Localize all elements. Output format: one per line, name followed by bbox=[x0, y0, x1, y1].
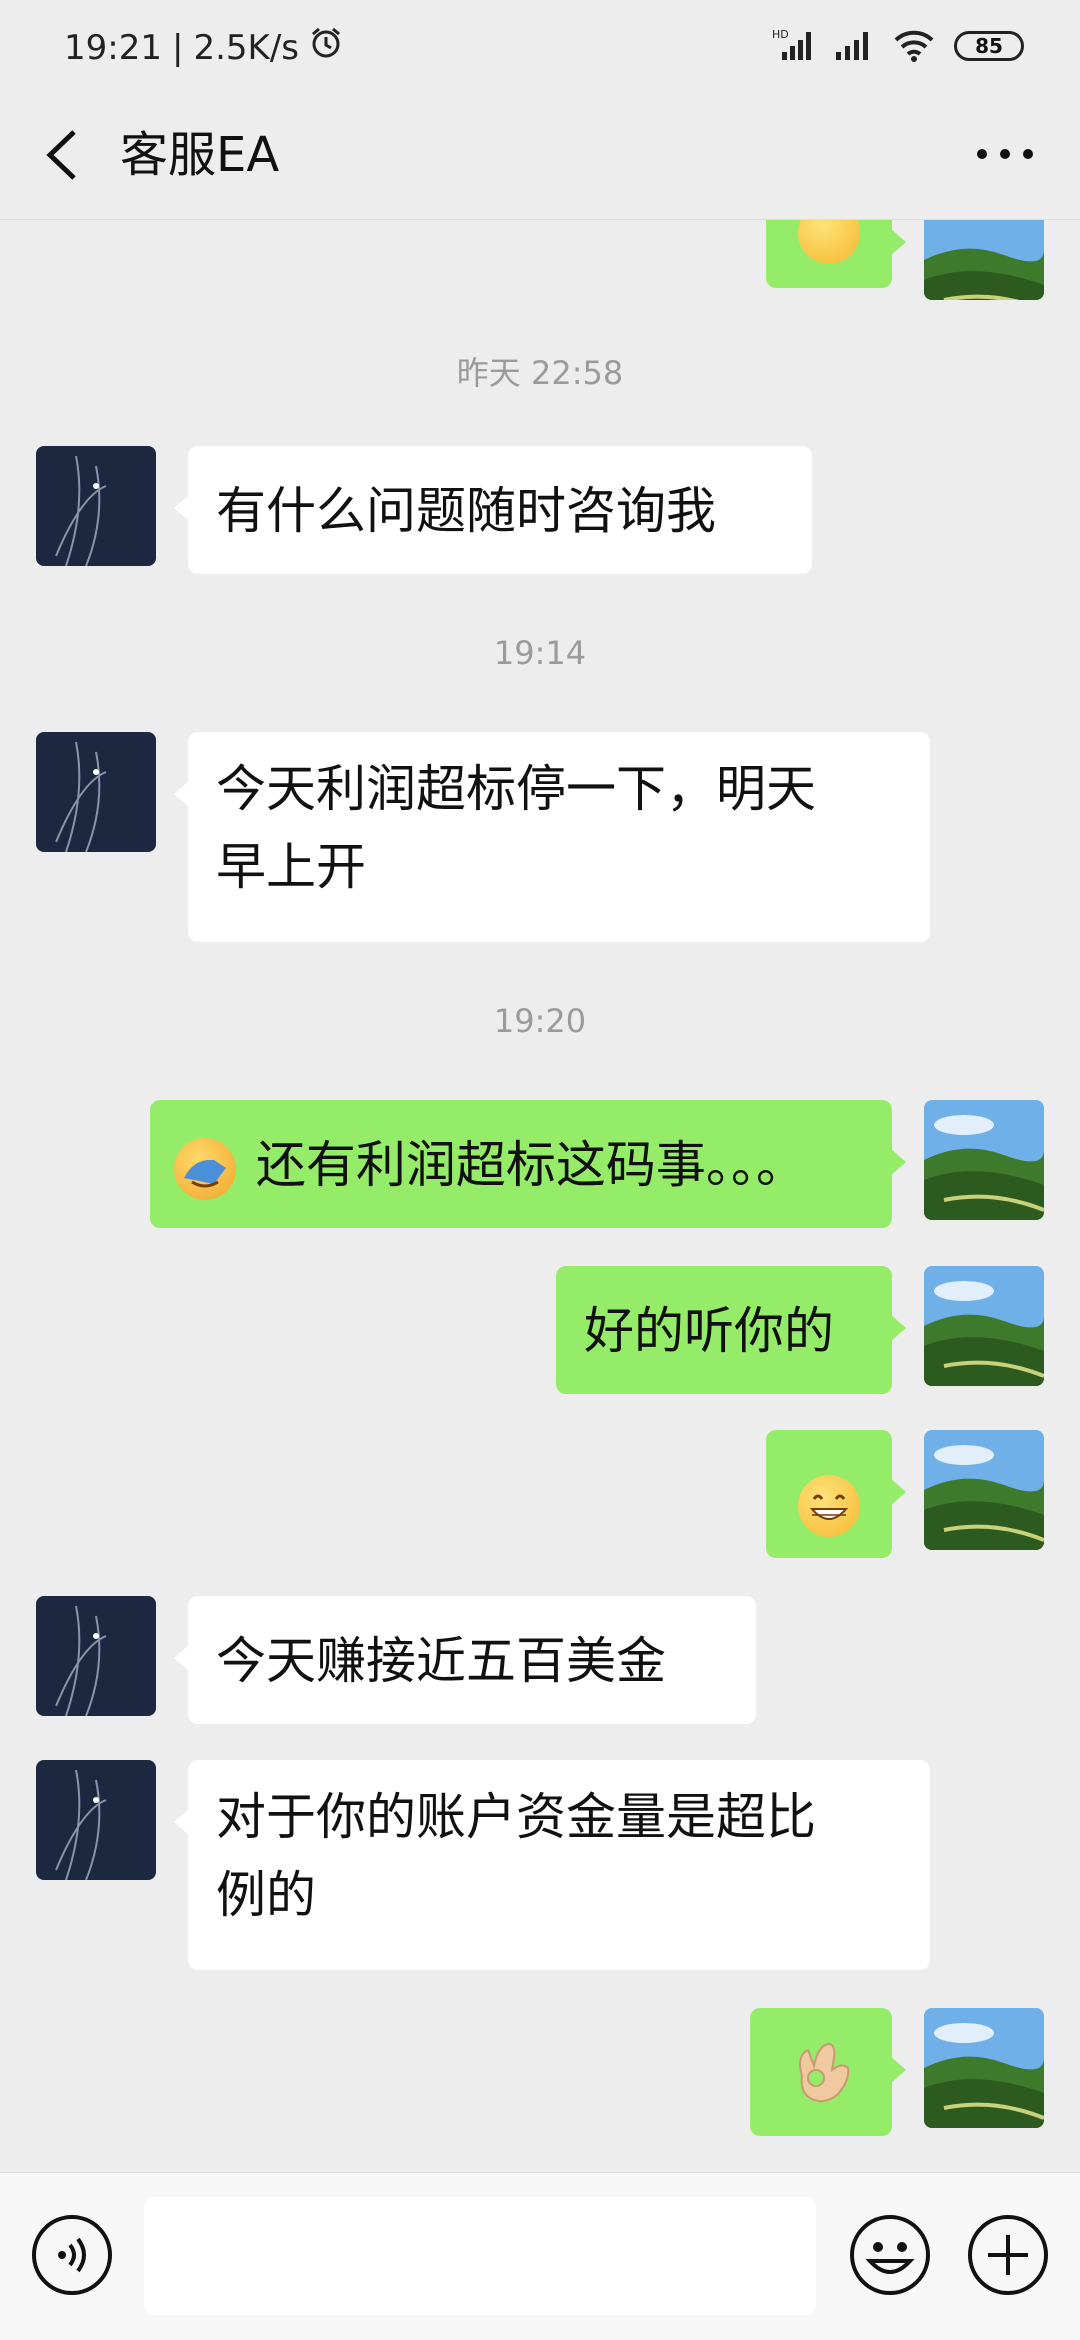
message-bubble-in[interactable]: 今天利润超标停一下，明天 早上开 bbox=[174, 732, 930, 942]
hd-signal-icon: HD bbox=[772, 26, 816, 66]
emoji-icon bbox=[850, 2215, 930, 2295]
my-avatar[interactable] bbox=[924, 1100, 1044, 1220]
contact-avatar[interactable] bbox=[36, 732, 156, 852]
my-avatar[interactable] bbox=[924, 220, 1044, 300]
my-avatar[interactable] bbox=[924, 1430, 1044, 1550]
input-bar bbox=[0, 2172, 1080, 2340]
chevron-left-icon bbox=[46, 130, 76, 180]
my-avatar[interactable] bbox=[924, 1266, 1044, 1386]
status-bar: 19:21 | 2.5K/s HD 85 bbox=[0, 0, 1080, 90]
message-bubble-out[interactable] bbox=[766, 1430, 906, 1558]
plus-icon bbox=[968, 2215, 1048, 2295]
message-bubble-out-partial[interactable] bbox=[766, 220, 906, 288]
net-speed: 2.5K/s bbox=[193, 27, 299, 68]
grin-emoji bbox=[798, 220, 860, 264]
wifi-icon bbox=[892, 26, 936, 66]
status-right: HD 85 bbox=[772, 26, 1024, 66]
message-bubble-out[interactable]: 好的听你的 bbox=[556, 1266, 906, 1394]
contact-avatar[interactable] bbox=[36, 1596, 156, 1716]
message-text-line: 例的 bbox=[216, 1866, 316, 1924]
status-time: 19:21 bbox=[64, 27, 162, 68]
message-text: 有什么问题随时咨询我 bbox=[216, 482, 716, 540]
timestamp: 19:14 bbox=[493, 634, 587, 672]
facepalm-emoji bbox=[174, 1137, 236, 1200]
status-separator: | bbox=[171, 27, 184, 68]
alarm-icon bbox=[309, 26, 343, 69]
signal-icon bbox=[834, 26, 874, 66]
voice-button[interactable] bbox=[30, 2213, 114, 2297]
message-text-line: 早上开 bbox=[216, 838, 366, 896]
more-dots-icon bbox=[977, 149, 1033, 159]
ok-hand-emoji bbox=[788, 2036, 856, 2108]
contact-avatar[interactable] bbox=[36, 446, 156, 566]
message-text: 今天赚接近五百美金 bbox=[216, 1632, 666, 1690]
message-list[interactable]: 昨天 22:58 有什么问题随时咨询我 19:14 今天利润超标停一下，明天 早… bbox=[0, 220, 1080, 2172]
message-text-line: 今天利润超标停一下，明天 bbox=[216, 760, 816, 818]
status-left: 19:21 | 2.5K/s bbox=[64, 26, 343, 69]
grin-emoji bbox=[798, 1474, 860, 1537]
my-avatar[interactable] bbox=[924, 2008, 1044, 2128]
more-button[interactable] bbox=[970, 124, 1040, 184]
message-text: 好的听你的 bbox=[584, 1302, 834, 1360]
more-functions-button[interactable] bbox=[966, 2213, 1050, 2297]
chat-title: 客服EA bbox=[120, 127, 280, 183]
message-bubble-in[interactable]: 今天赚接近五百美金 bbox=[174, 1596, 756, 1724]
message-text-line: 对于你的账户资金量是超比 bbox=[216, 1788, 816, 1846]
chat-header: 客服EA bbox=[0, 90, 1080, 220]
message-text: 还有利润超标这码事。。。 bbox=[255, 1136, 806, 1194]
voice-icon bbox=[32, 2215, 112, 2295]
timestamp: 昨天 22:58 bbox=[456, 354, 624, 392]
message-bubble-in[interactable]: 对于你的账户资金量是超比 例的 bbox=[174, 1760, 930, 1970]
message-bubble-out[interactable] bbox=[750, 2008, 906, 2136]
timestamp: 19:20 bbox=[493, 1002, 587, 1040]
back-button[interactable] bbox=[36, 120, 96, 190]
message-bubble-in[interactable]: 有什么问题随时咨询我 bbox=[174, 446, 812, 574]
message-input[interactable] bbox=[144, 2197, 816, 2315]
battery-icon: 85 bbox=[954, 31, 1024, 61]
emoji-button[interactable] bbox=[848, 2213, 932, 2297]
svg-text:HD: HD bbox=[772, 28, 789, 41]
contact-avatar[interactable] bbox=[36, 1760, 156, 1880]
message-bubble-out[interactable]: 还有利润超标这码事。。。 bbox=[150, 1100, 906, 1228]
